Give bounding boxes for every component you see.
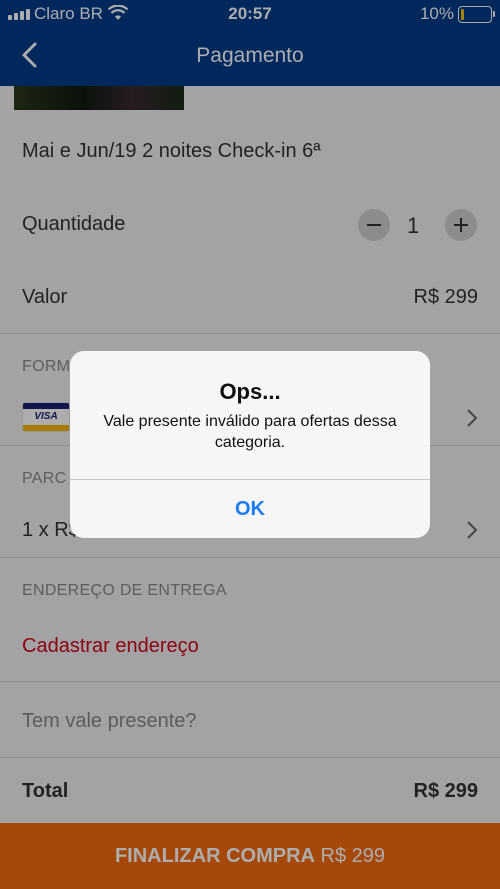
alert-message: Vale presente inválido para ofertas dess… xyxy=(103,413,397,451)
error-alert-dialog: Ops... Vale presente inválido para ofert… xyxy=(70,351,430,538)
alert-ok-button[interactable]: OK xyxy=(70,480,430,538)
alert-title: Ops... xyxy=(219,379,281,404)
